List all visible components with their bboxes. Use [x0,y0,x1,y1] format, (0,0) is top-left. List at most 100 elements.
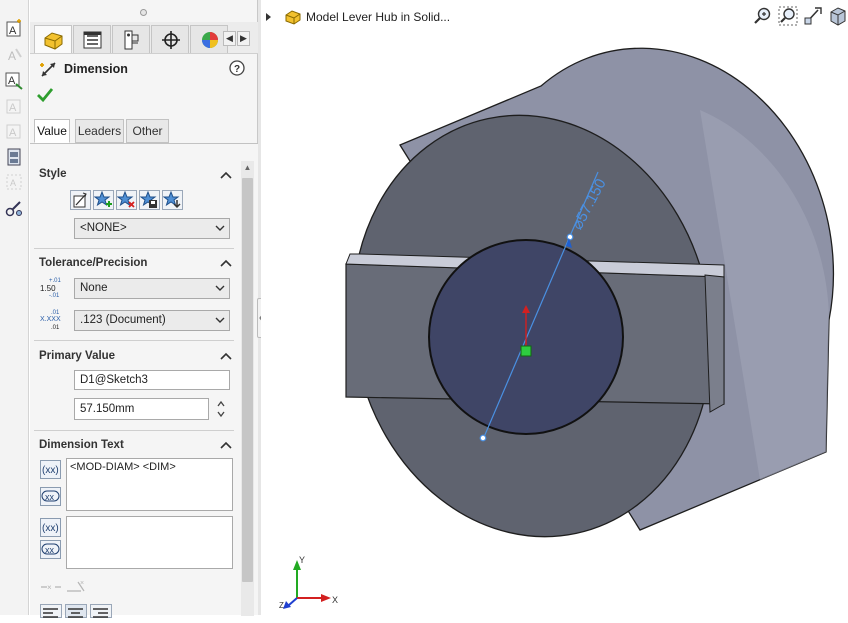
tolerance-type-combo[interactable]: None [74,278,230,299]
smart-dimension-annotation-icon[interactable]: A [4,19,25,40]
panel-body: Style <NONE> Tolerance/Precision +.01 1.… [30,143,258,618]
svg-text:A: A [8,75,16,87]
divider [34,248,234,249]
format-painter-disabled-icon: A [4,121,25,142]
svg-text:A: A [10,178,16,188]
save-style-button[interactable] [139,190,160,210]
text-above-input[interactable]: <MOD-DIAM> <DIM> [66,458,233,511]
panel-title: Dimension [64,62,128,76]
chevron-down-icon [215,225,225,231]
inspection-xx-icon: xx [41,543,60,555]
property-list-icon [83,31,102,49]
section-view-icon[interactable] [828,6,848,26]
tolerance-group-title: Tolerance/Precision [39,257,148,269]
previous-view-icon[interactable] [803,6,823,26]
appearance-ball-icon [202,32,218,48]
chevron-up-icon[interactable] [219,351,233,361]
ok-checkmark-icon[interactable] [36,86,54,104]
zoom-to-area-icon[interactable] [778,6,798,26]
svg-text:A: A [9,25,17,37]
text-offset-disabled-icon: × [41,583,61,592]
tab-value[interactable]: Value [34,119,70,143]
align-center-button[interactable] [65,604,87,618]
divider [34,340,234,341]
property-manager: ◀ ▶ Dimension ? Value Leaders Other Styl… [30,0,258,618]
svg-text:×: × [47,583,52,592]
tab-scroll-left[interactable]: ◀ [223,31,236,46]
svg-text:A: A [9,127,17,139]
text-below-input[interactable] [66,516,233,569]
star-delete-icon [117,191,135,208]
style-combo-value: <NONE> [80,222,127,234]
auto-balloon-icon[interactable]: A [4,70,25,91]
tab-other[interactable]: Other [126,119,169,143]
tab-scroll-right[interactable]: ▶ [237,31,250,46]
divider [34,430,234,431]
document-title: Model Lever Hub in Solid... [306,10,451,24]
triad-z-label: Z [279,601,284,610]
precision-combo[interactable]: .123 (Document) [74,310,230,331]
scroll-up-arrow[interactable]: ▲ [241,161,254,175]
svg-text:×: × [80,580,84,587]
load-style-button[interactable] [162,190,183,210]
inspection-xx-icon: xx [41,490,60,502]
dimension-icon [40,62,56,77]
tolerance-type-icon: +.01 1.50 -.01 [40,278,61,299]
chevron-up-icon[interactable] [219,440,233,450]
svg-text:xx: xx [45,492,55,502]
tools-icon[interactable] [4,198,25,219]
svg-text:xx: xx [45,545,55,555]
parentheses-xx-icon: (xx) [42,465,59,476]
tolerance-type-value: None [80,282,108,294]
tab-property-manager[interactable] [73,25,111,53]
expand-arrow-icon[interactable] [265,12,273,22]
delete-style-button[interactable] [116,190,137,210]
precision-value: .123 (Document) [80,314,166,326]
align-right-icon [93,608,108,618]
value-spinner-icon[interactable] [215,398,227,420]
crosshair-icon [162,31,180,49]
parentheses-button-lower[interactable]: (xx) [40,518,61,537]
tab-configuration-manager[interactable] [112,25,150,53]
style-group-title: Style [39,168,67,180]
graphics-area[interactable] [261,0,848,615]
zoom-to-fit-icon[interactable] [753,6,773,26]
svg-text:(xx): (xx) [42,465,59,476]
tab-leaders[interactable]: Leaders [75,119,124,143]
svg-text:(xx): (xx) [42,523,59,534]
primary-value-group-title: Primary Value [39,350,116,362]
part-icon [44,32,63,50]
chevron-up-icon[interactable] [219,258,233,268]
align-left-icon [43,608,58,618]
panel-grip[interactable] [140,9,147,16]
apply-default-style-button[interactable] [70,190,91,210]
note-disabled-icon: A [4,45,25,66]
help-icon[interactable]: ? [229,60,245,76]
chevron-up-icon[interactable] [219,170,233,180]
parentheses-button[interactable]: (xx) [40,460,61,479]
align-center-icon [68,608,83,618]
dimension-text-group-title: Dimension Text [39,439,124,451]
triad-x-label: X [332,595,338,605]
star-add-icon [94,191,112,207]
save-style-icon [140,191,157,208]
inspection-dimension-button-lower[interactable]: xx [40,540,61,559]
spell-check-disabled-icon: A [4,96,25,117]
load-style-icon [163,191,181,209]
triad-y-label: Y [299,555,305,565]
align-left-button[interactable] [40,604,62,618]
add-style-button[interactable] [93,190,114,210]
inspection-dimension-button[interactable]: xx [40,487,61,506]
stack-icon[interactable] [4,147,25,168]
style-combo[interactable]: <NONE> [74,218,230,239]
tab-feature-manager[interactable] [34,25,72,53]
align-right-button[interactable] [90,604,112,618]
dimension-value-input[interactable]: 57.150mm [74,398,209,420]
svg-text:A: A [8,49,16,63]
parentheses-xx-icon: (xx) [42,523,59,534]
tab-dimxpert-manager[interactable] [151,25,189,53]
precision-icon: .01 X.XXX .01 [40,310,61,331]
scrollbar-thumb[interactable] [242,178,253,582]
svg-text:A: A [9,102,17,114]
dimension-name-input[interactable]: D1@Sketch3 [74,370,230,390]
